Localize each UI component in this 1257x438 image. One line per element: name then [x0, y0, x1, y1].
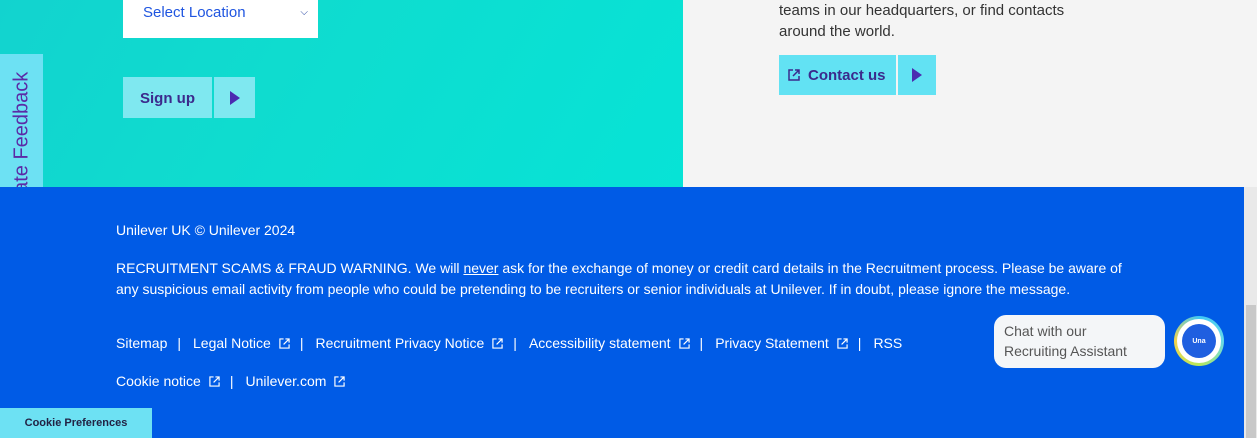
- chat-prompt-line-1: Chat with our: [1004, 323, 1087, 339]
- contact-us-button[interactable]: Contact us: [779, 55, 936, 95]
- contact-us-label-wrapper: Contact us: [779, 55, 896, 95]
- location-select[interactable]: Select Location ⌵: [131, 0, 312, 24]
- scrollbar-thumb[interactable]: [1246, 305, 1256, 438]
- chat-prompt-line-2: Recruiting Assistant: [1004, 343, 1127, 359]
- contact-us-label: Contact us: [808, 66, 886, 84]
- page: Select Location ⌵ Sign up teams in our h…: [0, 0, 1257, 438]
- accessibility-statement-label: Accessibility statement: [528, 335, 671, 351]
- fraud-warning: RECRUITMENT SCAMS & FRAUD WARNING. We wi…: [116, 258, 1136, 300]
- footer-links-row-2: Cookie notice | Unilever.com: [116, 373, 346, 389]
- play-arrow-icon: [898, 55, 936, 95]
- contact-text-line-2: around the world.: [779, 23, 895, 40]
- external-link-icon: [279, 337, 290, 349]
- recruitment-privacy-notice-link[interactable]: Recruitment Privacy Notice: [315, 335, 503, 351]
- chat-prompt-bubble[interactable]: Chat with our Recruiting Assistant: [994, 315, 1165, 368]
- legal-notice-link[interactable]: Legal Notice: [193, 335, 290, 351]
- chat-avatar-label: Una: [1182, 324, 1216, 358]
- location-select-value: Select Location: [143, 3, 246, 21]
- location-select-wrapper: Select Location ⌵: [123, 0, 318, 38]
- copyright-text: Unilever UK © Unilever 2024: [116, 222, 296, 238]
- link-separator: |: [857, 335, 862, 351]
- legal-notice-label: Legal Notice: [193, 335, 271, 351]
- link-separator: |: [177, 335, 181, 351]
- footer: Unilever UK © Unilever 2024 RECRUITMENT …: [0, 187, 1244, 438]
- cookie-notice-link[interactable]: Cookie notice: [116, 373, 220, 389]
- unilever-com-link[interactable]: Unilever.com: [245, 373, 346, 389]
- privacy-statement-label: Privacy Statement: [715, 335, 829, 351]
- signup-panel: Select Location ⌵ Sign up: [0, 0, 683, 187]
- link-separator: |: [699, 335, 704, 351]
- privacy-statement-link[interactable]: Privacy Statement: [715, 335, 848, 351]
- sign-up-label: Sign up: [123, 77, 212, 118]
- link-separator: |: [229, 373, 234, 389]
- rss-label: RSS: [873, 335, 903, 351]
- external-link-icon: [334, 375, 346, 387]
- external-link-icon: [209, 375, 220, 387]
- chat-assistant-avatar[interactable]: Una: [1174, 316, 1224, 366]
- accessibility-statement-link[interactable]: Accessibility statement: [529, 335, 690, 351]
- chevron-down-icon: ⌵: [300, 6, 308, 18]
- cookie-notice-label: Cookie notice: [116, 373, 201, 389]
- rss-link[interactable]: RSS: [873, 335, 902, 351]
- cookie-preferences-button[interactable]: Cookie Preferences: [0, 408, 152, 438]
- fraud-warning-emphasis: never: [463, 260, 499, 276]
- chat-avatar-ring: Una: [1177, 319, 1221, 363]
- link-separator: |: [299, 335, 304, 351]
- footer-links-row-1: Sitemap | Legal Notice | Recruitment Pri…: [116, 335, 902, 351]
- sitemap-link[interactable]: Sitemap: [116, 335, 167, 351]
- contact-text-line-1: teams in our headquarters, or find conta…: [779, 2, 1065, 19]
- link-separator: |: [513, 335, 517, 351]
- external-link-icon: [678, 337, 690, 349]
- sign-up-button[interactable]: Sign up: [123, 77, 255, 118]
- external-link-icon: [837, 337, 848, 349]
- external-link-icon: [492, 337, 503, 349]
- recruitment-privacy-notice-label: Recruitment Privacy Notice: [315, 335, 485, 351]
- unilever-com-label: Unilever.com: [245, 373, 327, 389]
- fraud-warning-prefix: RECRUITMENT SCAMS & FRAUD WARNING. We wi…: [116, 260, 464, 276]
- play-arrow-icon: [214, 77, 255, 118]
- sitemap-link-label: Sitemap: [116, 335, 168, 351]
- contact-panel: [683, 0, 1257, 187]
- external-link-icon: [788, 69, 800, 81]
